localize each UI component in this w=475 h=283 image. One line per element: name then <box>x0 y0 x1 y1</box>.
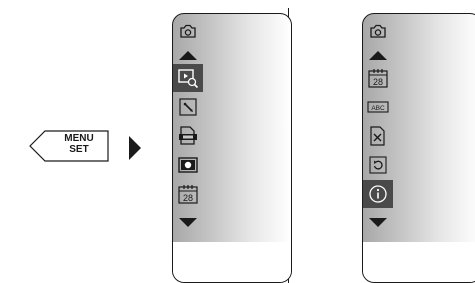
camera-screen-icon <box>178 157 198 173</box>
calendar-number: 28 <box>183 193 193 203</box>
menu-item-camera-screen[interactable] <box>173 151 203 179</box>
scroll-down-icon[interactable] <box>179 218 197 227</box>
calendar-number: 28 <box>373 77 383 87</box>
menu-item-image-zoom[interactable] <box>173 64 203 92</box>
camera-icon <box>180 24 196 38</box>
abc-text-icon: ABC <box>367 101 389 113</box>
menu-item-tool[interactable] <box>173 93 203 121</box>
menu-item-abc-text[interactable]: ABC <box>363 93 393 121</box>
step-arrow-icon <box>129 136 141 160</box>
abc-label: ABC <box>371 105 385 112</box>
menu-item-delete-file[interactable] <box>363 122 393 150</box>
scroll-up-icon[interactable] <box>369 51 387 60</box>
menu-item-info[interactable] <box>363 180 393 208</box>
camera-icon <box>370 24 386 38</box>
menu-item-calendar[interactable]: 28 <box>173 180 203 208</box>
info-icon <box>369 185 387 203</box>
scroll-down-icon[interactable] <box>369 218 387 227</box>
menu-item-calendar[interactable]: 28 <box>363 64 393 92</box>
menu-item-document[interactable] <box>173 122 203 150</box>
device-screen-left: 28 <box>172 13 292 283</box>
rotate-icon <box>369 156 387 174</box>
device-screen-right: 28 ABC <box>362 13 475 283</box>
image-zoom-icon <box>178 69 199 89</box>
tool-icon <box>179 98 197 116</box>
document-icon <box>179 126 197 145</box>
calendar-icon: 28 <box>178 185 198 204</box>
delete-file-icon <box>370 126 385 146</box>
calendar-icon: 28 <box>368 69 388 88</box>
menu-item-rotate[interactable] <box>363 151 393 179</box>
scroll-up-icon[interactable] <box>179 51 197 60</box>
menu-set-label: MENU SET <box>64 133 94 155</box>
menu-set-button[interactable]: MENU SET <box>27 128 111 164</box>
